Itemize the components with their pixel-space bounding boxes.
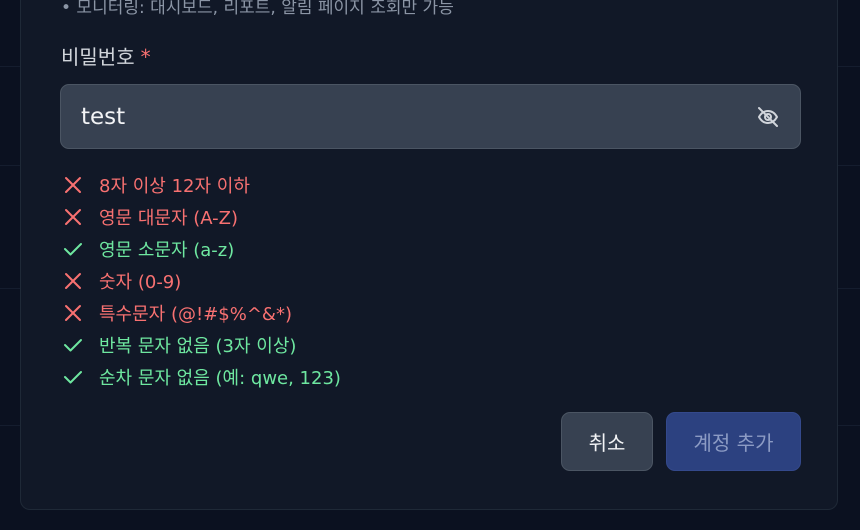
password-input[interactable] [61, 85, 741, 148]
x-icon [61, 301, 85, 325]
required-mark: * [140, 45, 151, 69]
password-rule: 특수문자 (@!#$%^&*) [61, 297, 341, 329]
password-rule-label: 순차 문자 없음 (예: qwe, 123) [99, 368, 341, 389]
password-rule: 영문 대문자 (A-Z) [61, 201, 341, 233]
x-icon [61, 173, 85, 197]
password-field-container [60, 84, 801, 149]
check-icon [61, 237, 85, 261]
x-icon [61, 205, 85, 229]
password-rules-list: 8자 이상 12자 이하 영문 대문자 (A-Z) 영문 소문자 (a-z) 숫… [61, 169, 341, 393]
password-rule: 반복 문자 없음 (3자 이상) [61, 329, 341, 361]
password-rule: 숫자 (0-9) [61, 265, 341, 297]
password-rule-label: 반복 문자 없음 (3자 이상) [99, 336, 297, 357]
eye-off-icon[interactable] [756, 105, 780, 129]
password-rule-label: 8자 이상 12자 이하 [99, 176, 250, 197]
check-icon [61, 333, 85, 357]
cancel-button[interactable]: 취소 [561, 412, 653, 471]
password-rule-label: 숫자 (0-9) [99, 272, 182, 293]
check-icon [61, 365, 85, 389]
password-rule: 영문 소문자 (a-z) [61, 233, 341, 265]
role-permission-note: • 모니터링: 대시보드, 리포트, 알림 페이지 조회만 가능 [61, 0, 454, 18]
password-rule-label: 영문 대문자 (A-Z) [99, 208, 239, 229]
x-icon [61, 269, 85, 293]
password-rule-label: 영문 소문자 (a-z) [99, 240, 235, 261]
password-label-text: 비밀번호 [61, 45, 135, 69]
password-label: 비밀번호 * [61, 41, 151, 70]
password-rule: 순차 문자 없음 (예: qwe, 123) [61, 361, 341, 393]
password-rule-label: 특수문자 (@!#$%^&*) [99, 304, 292, 325]
password-rule: 8자 이상 12자 이하 [61, 169, 341, 201]
add-account-dialog: • 모니터링: 대시보드, 리포트, 알림 페이지 조회만 가능 비밀번호* 8… [20, 0, 838, 510]
add-account-button[interactable]: 계정 추가 [666, 412, 801, 471]
